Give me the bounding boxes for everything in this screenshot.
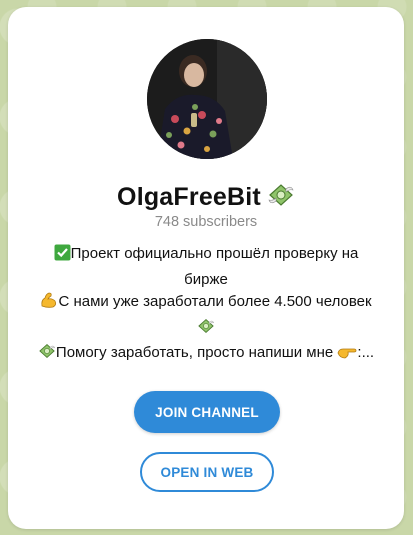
- description-line-5: Помогу заработать, просто напиши мне :..…: [22, 342, 390, 368]
- money-with-wings-icon: [267, 181, 295, 214]
- money-with-wings-icon: [197, 317, 215, 343]
- description-text-1: Проект официально прошёл проверку на: [70, 245, 359, 262]
- avatar-photo: [147, 39, 267, 159]
- description-text-3: С нами уже заработали более 4.500 челове…: [58, 293, 372, 310]
- channel-title-row: OlgaFreeBit: [8, 179, 404, 215]
- description-line-3: С нами уже заработали более 4.500 челове…: [22, 291, 390, 317]
- open-in-web-button[interactable]: OPEN IN WEB: [140, 452, 274, 492]
- description-line-2: бирже: [184, 270, 228, 288]
- description-line-1: Проект официально прошёл проверку на: [22, 243, 390, 269]
- description-line-4: [22, 317, 390, 343]
- join-channel-button[interactable]: JOIN CHANNEL: [134, 391, 280, 433]
- channel-description: Проект официально прошёл проверку на бир…: [22, 243, 390, 368]
- money-with-wings-icon: [38, 342, 56, 368]
- flexed-biceps-icon: [40, 291, 58, 317]
- channel-card: OlgaFreeBit 748 subscribers Проект офици…: [8, 7, 404, 529]
- description-text-5: Помогу заработать, просто напиши мне: [55, 344, 334, 361]
- channel-name: OlgaFreeBit: [117, 182, 261, 211]
- check-mark-icon: [54, 244, 71, 269]
- pointing-right-icon: [337, 344, 357, 368]
- channel-avatar: [147, 39, 267, 159]
- description-tail: :...: [357, 344, 375, 361]
- subscriber-count: 748 subscribers: [154, 214, 258, 230]
